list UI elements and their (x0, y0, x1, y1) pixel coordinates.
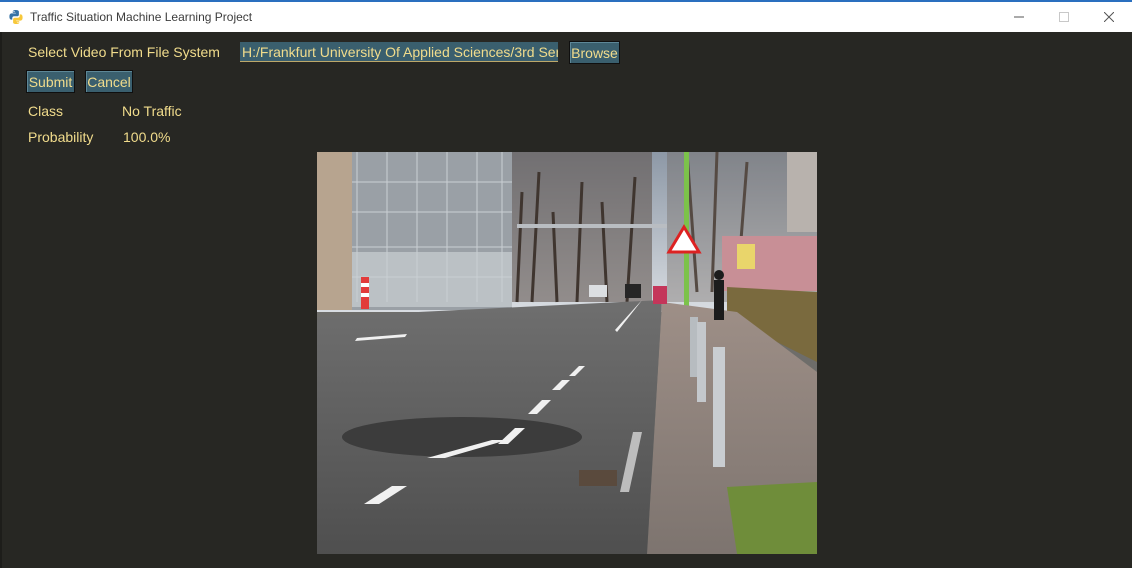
cancel-button[interactable]: Cancel (85, 70, 133, 93)
select-video-label: Select Video From File System (28, 44, 220, 60)
window-title: Traffic Situation Machine Learning Proje… (30, 10, 253, 24)
submit-button[interactable]: Submit (26, 70, 75, 93)
maximize-button[interactable] (1041, 2, 1087, 32)
title-bar[interactable]: Traffic Situation Machine Learning Proje… (0, 2, 1132, 32)
video-path-input[interactable] (240, 42, 558, 62)
main-panel: Select Video From File System Browse Sub… (0, 32, 1132, 568)
maximize-icon (1059, 12, 1069, 22)
window-left-edge (0, 32, 2, 568)
video-frame (317, 152, 817, 554)
browse-button[interactable]: Browse (569, 41, 620, 64)
minimize-button[interactable] (996, 2, 1042, 32)
minimize-icon (1014, 12, 1024, 22)
close-button[interactable] (1086, 2, 1132, 32)
probability-label: Probability (28, 129, 94, 145)
probability-value: 100.0% (123, 129, 171, 145)
python-icon (8, 9, 24, 25)
app-window: Traffic Situation Machine Learning Proje… (0, 0, 1132, 568)
class-label: Class (28, 103, 64, 119)
class-value: No Traffic (122, 103, 182, 119)
close-icon (1104, 12, 1114, 22)
